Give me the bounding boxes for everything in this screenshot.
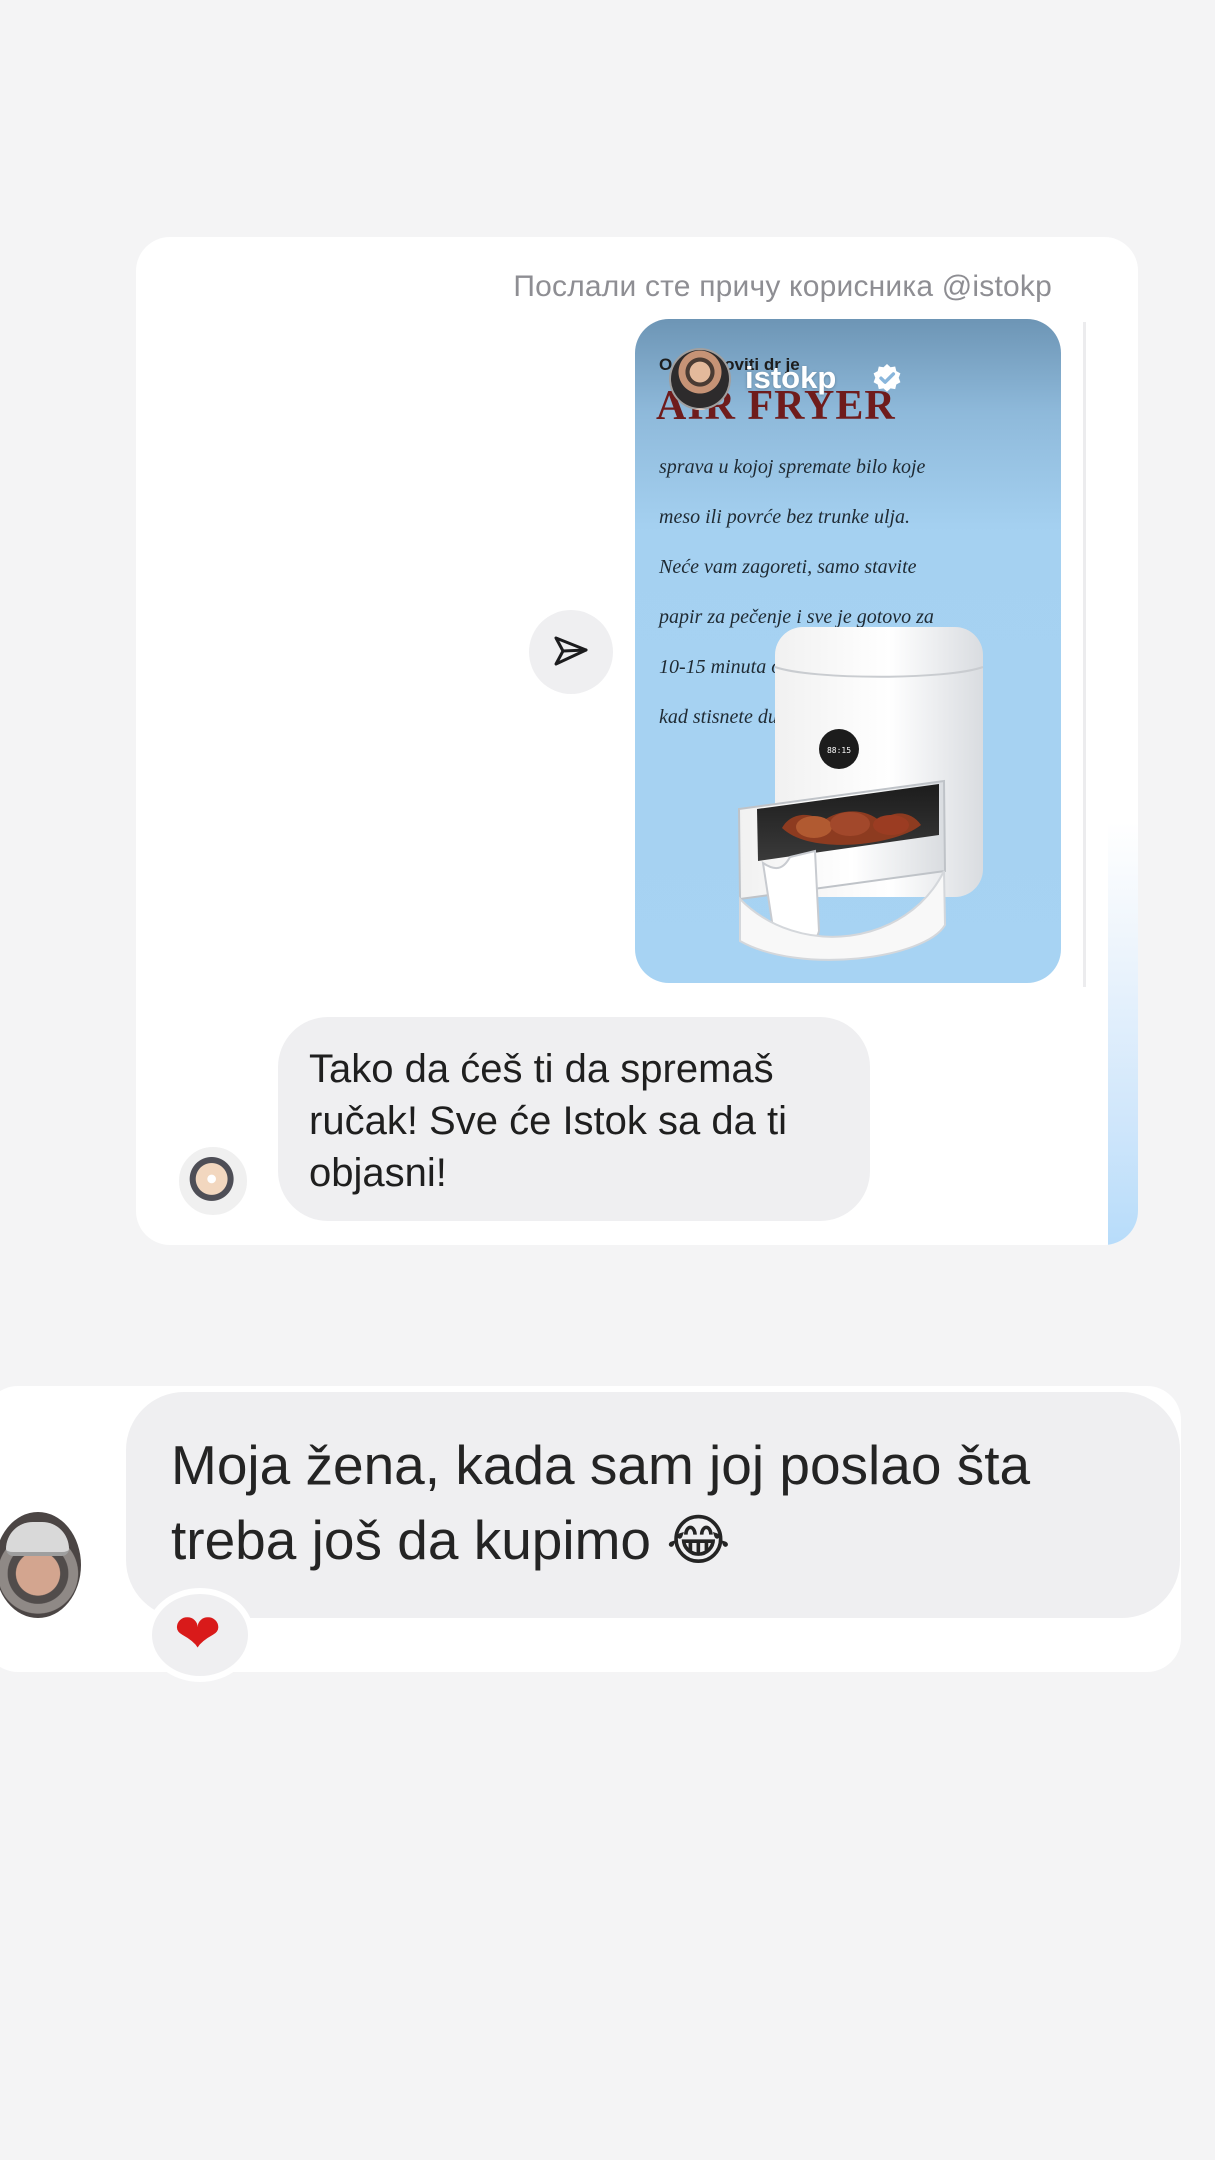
sender-avatar-small[interactable] bbox=[177, 1145, 249, 1217]
air-fryer-image: 88:15 bbox=[737, 627, 984, 961]
heart-icon: ❤ bbox=[173, 1604, 222, 1664]
card-edge-shade bbox=[1108, 237, 1138, 1245]
shared-story[interactable]: O… povoviti dr je AIR FRYER istokp sprav… bbox=[635, 319, 1061, 983]
story-body-line: Neće vam zagoreti, samo stavite bbox=[659, 556, 917, 578]
story-divider bbox=[1083, 322, 1086, 987]
story-username: istokp bbox=[745, 360, 837, 395]
overlay-message-bubble: Moja žena, kada sam joj poslao šta treba… bbox=[126, 1392, 1180, 1618]
incoming-message-bubble: Tako da ćeš ti da spremaš ručak! Sve će … bbox=[278, 1017, 870, 1221]
overlay-message-text: Moja žena, kada sam joj poslao šta treba… bbox=[171, 1434, 1031, 1571]
laughing-emoji: 😂 bbox=[666, 1509, 731, 1571]
story-share-caption: Послали сте причу корисника @istokp bbox=[513, 270, 1052, 303]
story-body-line: meso ili povrće bez trunke ulja. bbox=[659, 506, 911, 528]
verified-badge-icon bbox=[873, 364, 901, 392]
story-body-line: sprava u kojoj spremate bilo koje bbox=[659, 456, 926, 478]
fryer-display-text: 88:15 bbox=[827, 746, 851, 755]
heart-reaction[interactable]: ❤ bbox=[146, 1588, 254, 1682]
share-story-button[interactable] bbox=[529, 610, 613, 694]
shared-story-card: Послали сте причу корисника @istokp O… p… bbox=[136, 237, 1138, 1245]
send-icon bbox=[554, 636, 588, 666]
story-author-avatar bbox=[669, 348, 731, 410]
